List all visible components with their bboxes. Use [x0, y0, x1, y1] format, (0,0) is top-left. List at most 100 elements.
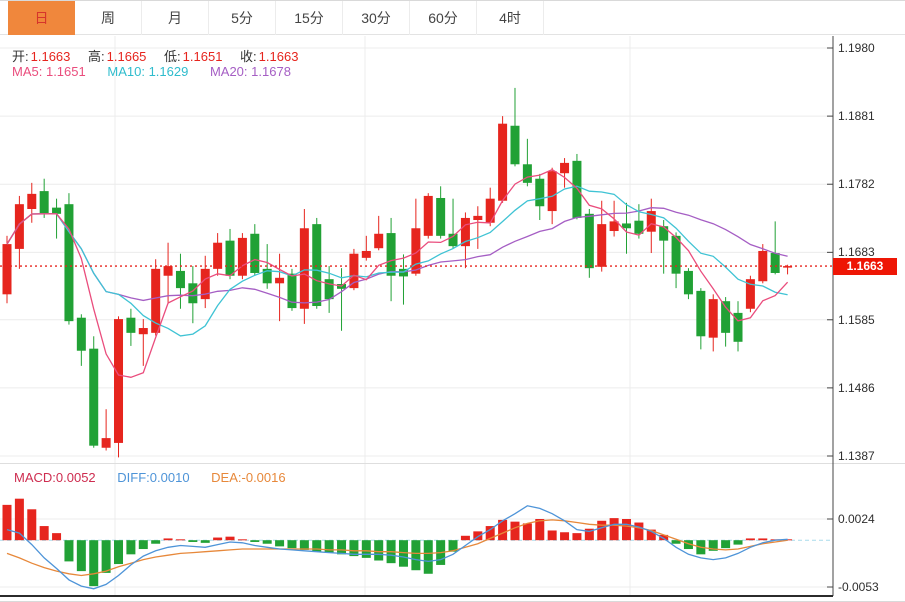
- macd-bar: [634, 523, 643, 541]
- macd-bar: [64, 540, 73, 561]
- candle-body: [27, 194, 36, 209]
- tab-15min[interactable]: 15分: [276, 1, 343, 35]
- candle-body: [3, 244, 12, 294]
- candle-body: [696, 291, 705, 336]
- kline-app-window: 日周月5分15分30分60分4时 开:1.1663 高:1.1665 低:1.1…: [0, 0, 905, 602]
- macd-bar: [548, 530, 557, 540]
- macd-bar: [102, 540, 111, 573]
- macd-bar: [523, 523, 532, 540]
- tab-week[interactable]: 周: [75, 1, 142, 35]
- dea-label: DEA:: [211, 470, 241, 485]
- macd-value: 0.0052: [56, 470, 96, 485]
- high-label: 高:: [88, 49, 105, 64]
- candle-body: [40, 191, 49, 213]
- price-axis-label: 1.1585: [838, 313, 875, 327]
- price-axis-label: 1.1387: [838, 449, 875, 463]
- macd-bar: [312, 540, 321, 551]
- macd-bar: [411, 540, 420, 570]
- candlestick-macd-chart[interactable]: [0, 1, 905, 602]
- ma5-label: MA5:: [12, 64, 42, 79]
- macd-bar: [424, 540, 433, 574]
- candle-body: [325, 279, 334, 299]
- macd-bar: [250, 540, 259, 542]
- candle-body: [684, 271, 693, 294]
- macd-bar: [597, 521, 606, 540]
- candle-body: [89, 349, 98, 446]
- candle-body: [52, 208, 61, 214]
- candle-body: [436, 198, 445, 236]
- macd-bar: [461, 536, 470, 540]
- macd-axis-label: -0.0053: [838, 580, 879, 594]
- current-price-badge: 1.1663: [833, 258, 897, 275]
- high-value: 1.1665: [107, 49, 147, 64]
- candle-body: [226, 241, 235, 276]
- diff-value: 0.0010: [150, 470, 190, 485]
- candle-wick: [279, 254, 280, 321]
- candle-body: [622, 223, 631, 228]
- candle-wick: [143, 319, 144, 366]
- candle-body: [139, 328, 148, 334]
- candle-body: [585, 214, 594, 268]
- price-axis-label: 1.1782: [838, 177, 875, 191]
- ma10-line: [7, 186, 788, 336]
- open-label: 开:: [12, 49, 29, 64]
- ma20-value: 1.1678: [251, 64, 291, 79]
- candle-body: [102, 438, 111, 448]
- tab-5min[interactable]: 5分: [209, 1, 276, 35]
- ma5-line: [7, 170, 788, 378]
- macd-bar: [126, 540, 135, 554]
- tab-30min[interactable]: 30分: [343, 1, 410, 35]
- macd-bar: [77, 540, 86, 571]
- candle-body: [164, 266, 173, 276]
- low-label: 低:: [164, 49, 181, 64]
- diff-label: DIFF:: [117, 470, 150, 485]
- candle-body: [114, 319, 123, 443]
- macd-bar: [560, 532, 569, 540]
- ohlc-readout: 开:1.1663 高:1.1665 低:1.1651 收:1.1663: [12, 46, 312, 65]
- candle-body: [548, 171, 557, 211]
- macd-bar: [164, 538, 173, 540]
- macd-bar: [176, 539, 185, 540]
- macd-bar: [40, 526, 49, 540]
- macd-bar: [52, 533, 61, 540]
- macd-bar: [610, 518, 619, 540]
- candle-body: [213, 243, 222, 269]
- ma20-label: MA20:: [210, 64, 248, 79]
- macd-axis-label: 0.0024: [838, 512, 875, 526]
- macd-bar: [510, 522, 519, 541]
- close-value: 1.1663: [259, 49, 299, 64]
- candle-body: [362, 251, 371, 258]
- candle-body: [659, 226, 668, 240]
- macd-bar: [275, 540, 284, 546]
- tab-4hour[interactable]: 4时: [477, 1, 544, 35]
- tab-60min[interactable]: 60分: [410, 1, 477, 35]
- open-value: 1.1663: [31, 49, 71, 64]
- macd-bar: [572, 533, 581, 540]
- macd-bar: [263, 540, 272, 544]
- candle-body: [250, 234, 259, 273]
- tab-day[interactable]: 日: [8, 1, 75, 35]
- candle-body: [721, 301, 730, 333]
- candle-body: [510, 126, 519, 165]
- candle-body: [535, 179, 544, 207]
- macd-bar: [226, 537, 235, 541]
- candle-body: [176, 271, 185, 288]
- diff-line: [7, 506, 788, 589]
- ma20-line: [7, 208, 788, 303]
- ma-readout: MA5: 1.1651 MA10: 1.1629 MA20: 1.1678: [12, 64, 291, 79]
- candle-body: [523, 164, 532, 183]
- tab-month[interactable]: 月: [142, 1, 209, 35]
- candle-body: [473, 216, 482, 220]
- price-axis-label: 1.1881: [838, 109, 875, 123]
- candle-body: [275, 278, 284, 284]
- ma10-label: MA10:: [107, 64, 145, 79]
- candle-body: [387, 233, 396, 276]
- candle-wick: [477, 206, 478, 249]
- macd-readout: MACD:0.0052 DIFF:0.0010 DEA:-0.0016: [14, 470, 286, 485]
- macd-bar: [758, 538, 767, 540]
- macd-bar: [213, 538, 222, 541]
- period-tabbar: 日周月5分15分30分60分4时: [0, 1, 905, 35]
- dea-line: [7, 520, 788, 576]
- candle-body: [77, 318, 86, 351]
- macd-bar: [721, 540, 730, 548]
